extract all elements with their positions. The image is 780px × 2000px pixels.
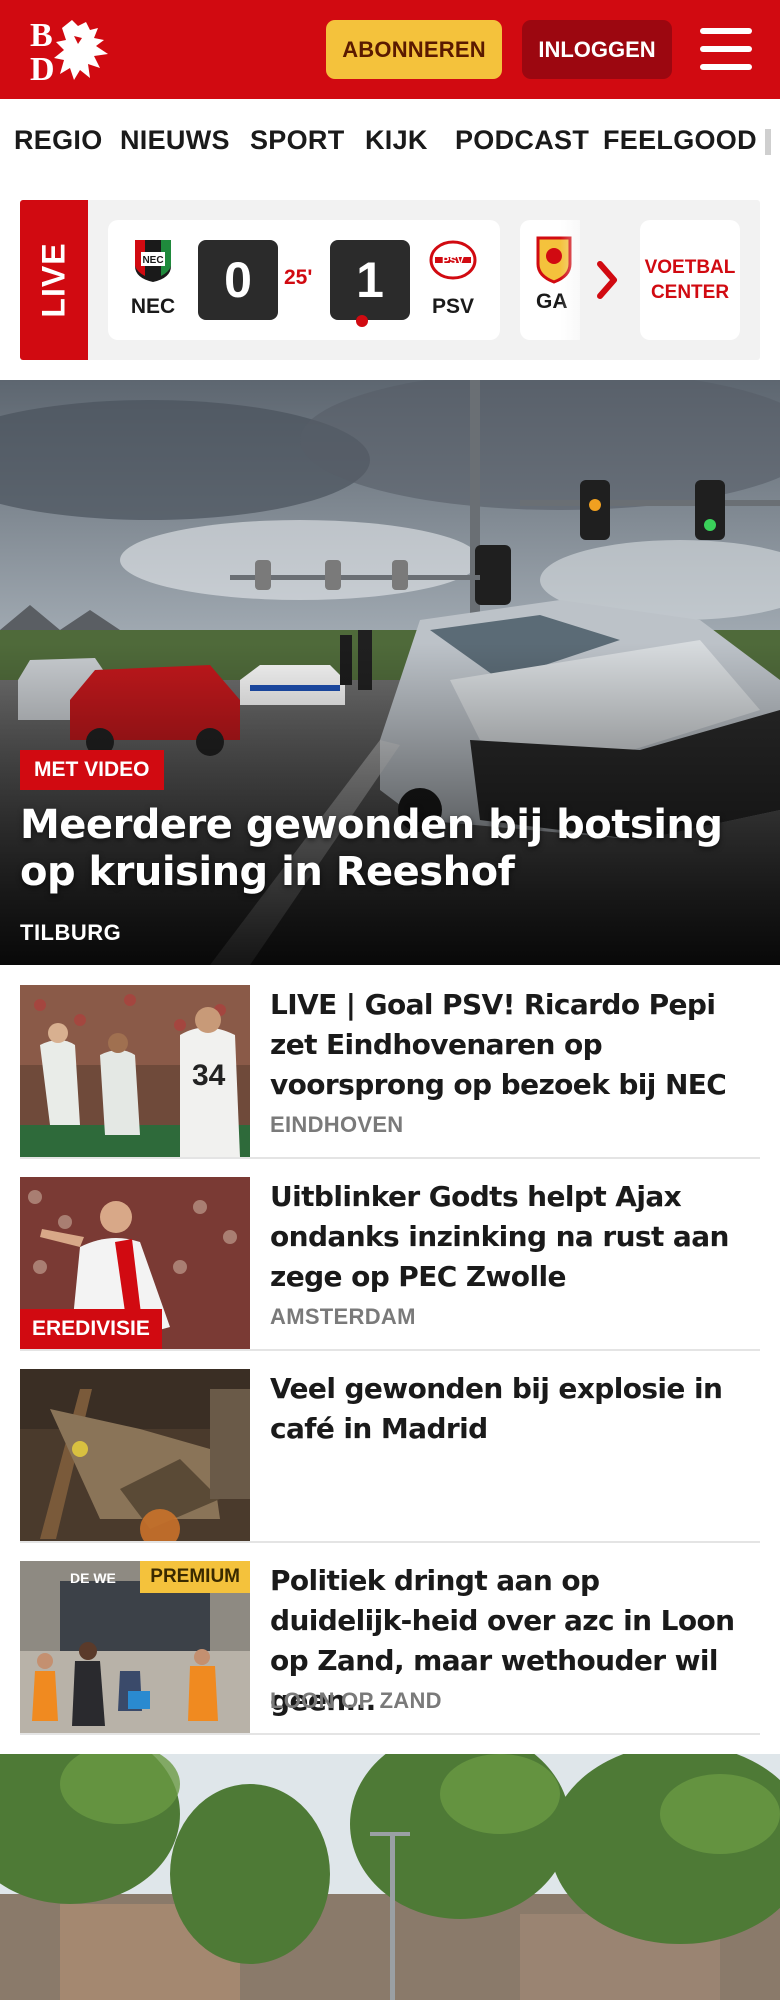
article-region: AMSTERDAM — [270, 1304, 416, 1329]
article-title[interactable]: Uitblinker Godts helpt Ajax ondanks inzi… — [270, 1177, 750, 1297]
met-video-badge: MET VIDEO — [20, 750, 164, 790]
article-item[interactable]: EREDIVISIE Uitblinker Godts helpt Ajax o… — [20, 1177, 760, 1351]
match-card-nec-psv[interactable]: NEC NEC 0 25' 1 PSV PSV — [108, 220, 500, 340]
article-title[interactable]: LIVE | Goal PSV! Ricardo Pepi zet Eindho… — [270, 985, 750, 1105]
svg-text:D: D — [30, 51, 55, 84]
hero-headline[interactable]: Meerdere gewonden bij botsing op kruisin… — [20, 802, 740, 896]
home-score: 0 — [198, 240, 278, 320]
subscribe-button[interactable]: ABONNEREN — [326, 20, 502, 79]
psv-logo-icon: PSV — [429, 240, 477, 280]
svg-text:NEC: NEC — [142, 255, 163, 266]
nec-logo-icon: NEC — [135, 240, 171, 282]
hero-region: TILBURG — [20, 920, 122, 945]
live-tag: LIVE — [20, 200, 88, 360]
article-thumbnail: EREDIVISIE — [20, 1177, 250, 1349]
voetbal-center-line2: CENTER — [650, 282, 730, 303]
svg-text:B: B — [30, 17, 53, 54]
svg-text:DE WE: DE WE — [70, 1570, 116, 1586]
article-thumbnail — [20, 1369, 250, 1541]
live-scores-strip: LIVE NEC NEC 0 25' 1 PSV PSV GA VOETBAL … — [20, 200, 760, 360]
article-item[interactable]: 34 LIVE | Goal PSV! Ricardo Pepi zet Ein… — [20, 985, 760, 1159]
next-hero-image[interactable] — [0, 1754, 780, 2000]
login-button[interactable]: INLOGGEN — [522, 20, 672, 79]
voetbal-center-line1: VOETBAL — [644, 257, 736, 278]
nav-item-podcast[interactable]: PODCAST — [455, 125, 589, 156]
article-thumbnail: DE WE PREMIUM — [20, 1561, 250, 1733]
site-header: B D ABONNEREN INLOGGEN — [0, 0, 780, 99]
away-team-name: PSV — [431, 295, 475, 318]
nav-item-feelgood[interactable]: FEELGOOD — [603, 125, 757, 156]
article-thumbnail: 34 — [20, 985, 250, 1157]
article-item[interactable]: Veel gewonden bij explosie in café in Ma… — [20, 1369, 760, 1543]
nav-overflow-hint — [765, 129, 771, 155]
main-nav: REGIO NIEUWS SPORT KIJK PODCAST FEELGOOD — [0, 99, 780, 183]
away-team: PSV PSV — [418, 236, 488, 319]
article-item[interactable]: DE WE PREMIUM Politiek dringt aan op dui… — [20, 1561, 760, 1735]
goal-indicator-icon — [356, 315, 368, 327]
bd-logo[interactable]: B D — [28, 14, 114, 84]
premium-badge: PREMIUM — [140, 1561, 250, 1593]
eredivisie-badge: EREDIVISIE — [20, 1309, 162, 1349]
nav-item-nieuws[interactable]: NIEUWS — [120, 125, 230, 156]
live-label: LIVE — [35, 242, 72, 318]
hamburger-menu-icon[interactable] — [700, 28, 752, 70]
home-team: NEC NEC — [118, 236, 188, 319]
svg-text:PSV: PSV — [442, 255, 465, 267]
article-title[interactable]: Veel gewonden bij explosie in café in Ma… — [270, 1369, 750, 1449]
article-region: EINDHOVEN — [270, 1112, 404, 1137]
home-team-name: NEC — [130, 295, 176, 318]
nav-item-regio[interactable]: REGIO — [14, 125, 103, 156]
article-region: LOON OP ZAND — [270, 1688, 442, 1713]
svg-text:34: 34 — [192, 1059, 226, 1092]
chevron-right-icon[interactable] — [588, 250, 628, 310]
nav-item-sport[interactable]: SPORT — [250, 125, 345, 156]
voetbal-center-link[interactable]: VOETBAL CENTER — [640, 220, 740, 340]
match-minute: 25' — [284, 266, 313, 289]
nav-item-kijk[interactable]: KIJK — [365, 125, 428, 156]
away-score: 1 — [330, 240, 410, 320]
hero-article[interactable]: MET VIDEO Meerdere gewonden bij botsing … — [0, 380, 780, 965]
